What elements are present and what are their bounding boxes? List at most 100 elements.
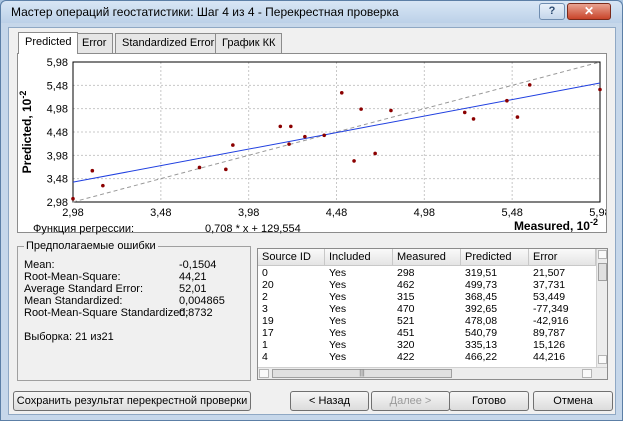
wizard-client: Predicted Error Standardized Error Графи…: [8, 27, 616, 415]
data-point: [224, 167, 228, 172]
cell-error: 15,126: [533, 339, 566, 351]
cell-source-id: 0: [262, 267, 268, 279]
data-point: [71, 196, 75, 201]
stat-value-mean-standardized: 0,004865: [179, 295, 225, 307]
scroll-right-arrow-icon[interactable]: [582, 369, 592, 378]
cell-source-id: 2: [262, 291, 268, 303]
data-point: [359, 107, 363, 111]
cross-validation-table[interactable]: Source ID Included Measured Predicted Er…: [257, 248, 608, 380]
cell-source-id: 4: [262, 351, 268, 363]
errors-group-title: Предполагаемые ошибки: [24, 240, 158, 252]
y-tick-label: 4,48: [47, 127, 68, 139]
cell-error: -42,916: [533, 315, 569, 327]
scroll-left-arrow-icon[interactable]: [259, 369, 269, 378]
data-point: [505, 98, 509, 103]
cell-predicted: 466,22: [465, 351, 498, 363]
data-point: [322, 133, 327, 138]
cell-included: Yes: [329, 291, 347, 303]
help-button[interactable]: ?: [539, 3, 565, 20]
cell-included: Yes: [329, 303, 347, 315]
scroll-up-arrow-icon[interactable]: [598, 250, 607, 259]
cell-predicted: 540,79: [465, 327, 498, 339]
back-button[interactable]: < Назад: [290, 391, 369, 411]
stat-value-mean: -0,1504: [179, 259, 217, 271]
cell-source-id: 3: [262, 303, 268, 315]
y-tick-label: 3,48: [47, 174, 68, 186]
data-point: [527, 83, 532, 87]
column-header-included[interactable]: Included: [325, 249, 393, 266]
data-point: [352, 159, 356, 163]
cancel-button[interactable]: Отмена: [533, 391, 613, 411]
y-tick-label: 4,98: [47, 104, 68, 116]
cell-included: Yes: [329, 315, 347, 327]
column-header-measured[interactable]: Measured: [393, 249, 461, 266]
data-point: [339, 91, 344, 95]
cell-predicted: 368,45: [465, 291, 498, 303]
title-bar[interactable]: Мастер операций геостатистики: Шаг 4 из …: [1, 1, 622, 23]
data-point: [101, 183, 105, 188]
cell-predicted: 335,13: [465, 339, 498, 351]
cell-included: Yes: [329, 279, 347, 291]
window-title: Мастер операций геостатистики: Шаг 4 из …: [11, 5, 399, 19]
vertical-scrollbar[interactable]: [596, 249, 607, 367]
close-button[interactable]: ✕: [567, 3, 611, 20]
y-tick-label: 5,98: [47, 57, 68, 69]
cell-measured: 315: [397, 291, 415, 303]
data-point: [471, 117, 476, 121]
column-header-predicted[interactable]: Predicted: [461, 249, 529, 266]
tab-predicted[interactable]: Predicted: [18, 32, 79, 54]
cell-predicted: 499,73: [465, 279, 498, 291]
stat-label-mean: Mean:: [24, 259, 55, 271]
x-tick-label: 5,48: [501, 207, 522, 219]
chart-panel: 2,983,483,984,484,985,485,982,983,483,98…: [17, 53, 607, 233]
tab-standardized-error[interactable]: Standardized Error: [115, 33, 222, 53]
scatter-chart: 2,983,483,984,484,985,485,982,983,483,98…: [18, 57, 606, 232]
data-point: [90, 168, 95, 173]
stat-label-rms: Root-Mean-Square:: [24, 271, 121, 283]
cell-included: Yes: [329, 351, 347, 363]
regression-formula: 0,708 * x + 129,554: [205, 223, 301, 235]
cell-predicted: 392,65: [465, 303, 498, 315]
cell-source-id: 19: [262, 315, 274, 327]
regression-label: Функция регрессии:: [33, 223, 135, 235]
cell-error: -77,349: [533, 303, 569, 315]
next-button[interactable]: Далее >: [371, 391, 450, 411]
horizontal-scrollbar[interactable]: |||: [258, 367, 607, 379]
cell-predicted: 319,51: [465, 267, 498, 279]
cell-source-id: 20: [262, 279, 274, 291]
data-point: [389, 108, 393, 113]
sample-count: Выборка: 21 из21: [24, 331, 114, 343]
x-tick-label: 4,48: [326, 207, 347, 219]
y-tick-label: 2,98: [47, 197, 68, 209]
cell-measured: 320: [397, 339, 415, 351]
data-point: [197, 165, 202, 170]
stat-label-avg-std-error: Average Standard Error:: [24, 283, 144, 295]
cell-measured: 470: [397, 303, 415, 315]
cell-included: Yes: [329, 267, 347, 279]
vertical-scroll-thumb[interactable]: [598, 263, 607, 281]
cell-source-id: 17: [262, 327, 274, 339]
finish-button[interactable]: Готово: [449, 391, 529, 411]
cell-measured: 422: [397, 351, 415, 363]
column-header-error[interactable]: Error: [529, 249, 596, 266]
data-point: [373, 151, 377, 156]
x-tick-label: 3,98: [238, 207, 259, 219]
cell-error: 21,507: [533, 267, 566, 279]
data-point: [598, 87, 602, 92]
data-point: [462, 110, 467, 115]
save-results-button[interactable]: Сохранить результат перекрестной проверк…: [13, 391, 251, 411]
cell-error: 37,731: [533, 279, 566, 291]
scroll-down-arrow-icon[interactable]: [598, 355, 607, 364]
horizontal-scroll-thumb[interactable]: |||: [272, 369, 452, 378]
cell-predicted: 478,08: [465, 315, 498, 327]
estimated-errors-group: Предполагаемые ошибки Mean: -0,1504 Root…: [17, 240, 251, 381]
tab-qq-plot[interactable]: График КК: [215, 33, 283, 53]
stat-value-avg-std-error: 52,01: [179, 283, 207, 295]
cell-included: Yes: [329, 327, 347, 339]
cell-included: Yes: [329, 339, 347, 351]
cell-error: 44,216: [533, 351, 566, 363]
tab-error[interactable]: Error: [75, 33, 114, 53]
column-header-source-id[interactable]: Source ID: [258, 249, 325, 266]
stat-value-rms-standardized: 0,8732: [179, 307, 213, 319]
data-point: [287, 142, 291, 146]
